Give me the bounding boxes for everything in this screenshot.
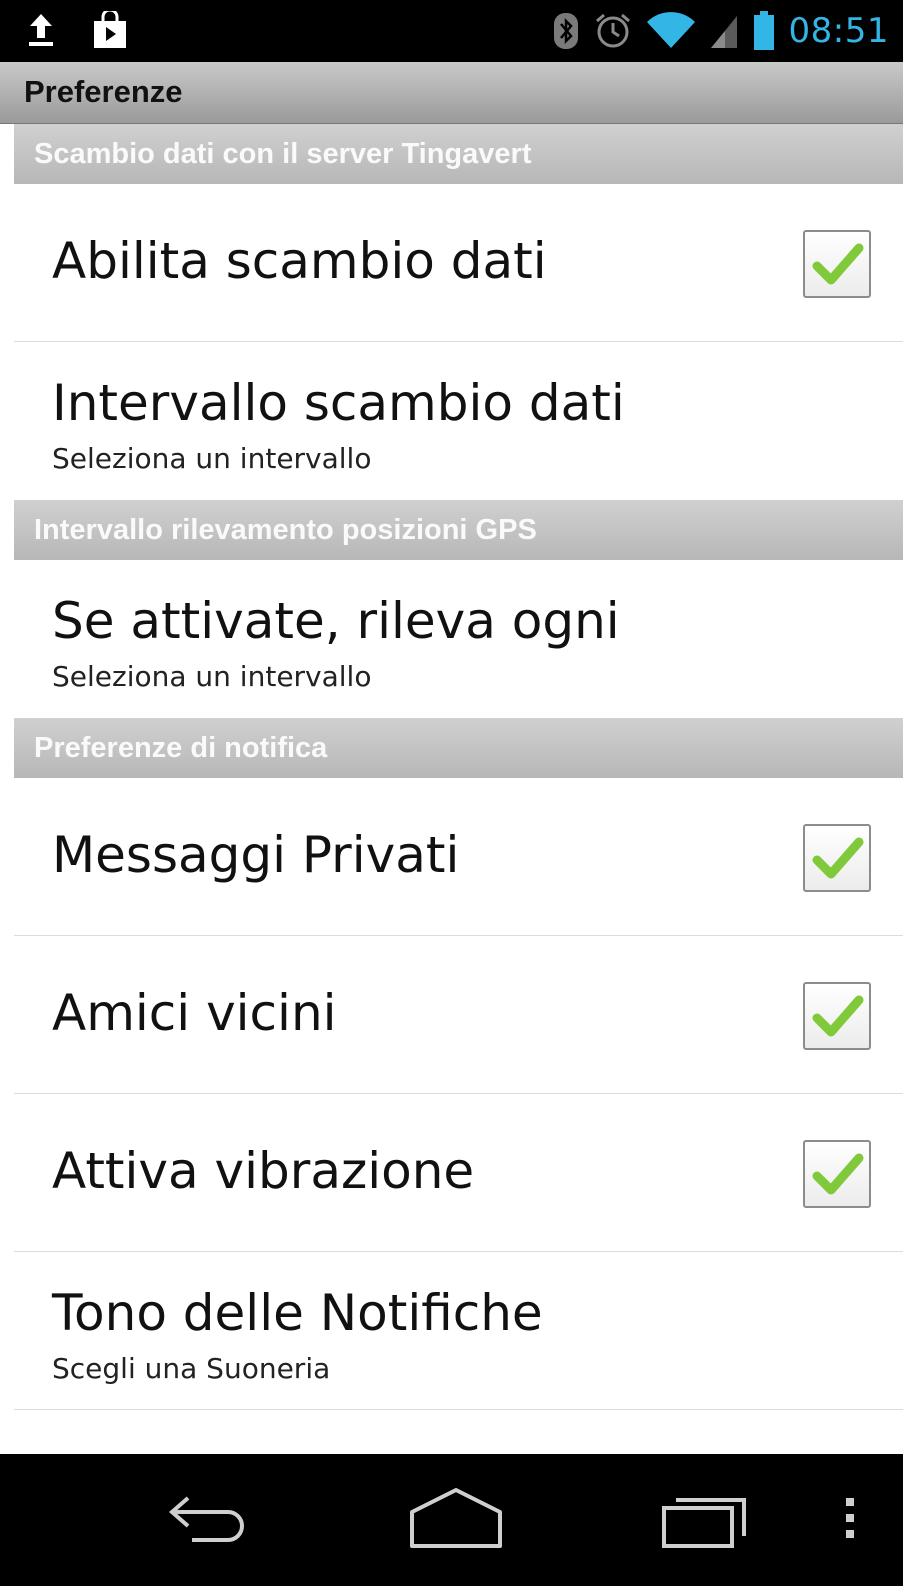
pref-title: Abilita scambio dati <box>52 232 547 290</box>
category-header-notifiche: Preferenze di notifica <box>14 718 903 778</box>
wifi-icon <box>646 12 695 50</box>
pref-title: Tono delle Notifiche <box>52 1284 543 1342</box>
pref-summary: Seleziona un intervallo <box>52 442 372 475</box>
pref-title: Messaggi Privati <box>52 826 460 884</box>
navigation-bar <box>0 1454 903 1586</box>
checkbox-amici-vicini[interactable] <box>803 982 871 1050</box>
checkbox-messaggi-privati[interactable] <box>803 824 871 892</box>
status-bar: 08:51 <box>0 0 903 62</box>
clock: 08:51 <box>788 11 889 51</box>
alarm-icon <box>593 11 633 51</box>
page-title: Preferenze <box>24 74 183 109</box>
bluetooth-icon <box>553 12 579 50</box>
pref-messaggi-privati[interactable]: Messaggi Privati <box>14 778 903 936</box>
pref-summary: Scegli una Suoneria <box>52 1352 331 1385</box>
back-icon[interactable] <box>164 1484 256 1558</box>
title-bar: Preferenze <box>0 62 903 124</box>
preference-list: Scambio dati con il server Tingavert Abi… <box>14 124 903 1454</box>
pref-rileva-ogni[interactable]: Se attivate, rileva ogni Seleziona un in… <box>14 560 903 718</box>
upload-icon <box>26 12 56 48</box>
shopping-bag-icon <box>92 11 128 49</box>
signal-icon <box>709 12 739 50</box>
pref-summary: Seleziona un intervallo <box>52 660 372 693</box>
checkbox-attiva-vibrazione[interactable] <box>803 1140 871 1208</box>
overflow-menu-icon[interactable] <box>838 1484 862 1558</box>
pref-title: Se attivate, rileva ogni <box>52 592 620 650</box>
pref-abilita-scambio-dati[interactable]: Abilita scambio dati <box>14 184 903 342</box>
pref-title: Amici vicini <box>52 984 337 1042</box>
pref-intervallo-scambio-dati[interactable]: Intervallo scambio dati Seleziona un int… <box>14 342 903 500</box>
pref-title: Attiva vibrazione <box>52 1142 475 1200</box>
home-icon[interactable] <box>408 1484 504 1558</box>
pref-title: Intervallo scambio dati <box>52 374 625 432</box>
battery-icon <box>753 11 775 51</box>
checkbox-abilita-scambio-dati[interactable] <box>803 230 871 298</box>
category-header-gps: Intervallo rilevamento posizioni GPS <box>14 500 903 560</box>
recent-apps-icon[interactable] <box>658 1484 750 1558</box>
category-header-server: Scambio dati con il server Tingavert <box>14 124 903 184</box>
pref-attiva-vibrazione[interactable]: Attiva vibrazione <box>14 1094 903 1252</box>
pref-tono-notifiche[interactable]: Tono delle Notifiche Scegli una Suoneria <box>14 1252 903 1410</box>
pref-amici-vicini[interactable]: Amici vicini <box>14 936 903 1094</box>
